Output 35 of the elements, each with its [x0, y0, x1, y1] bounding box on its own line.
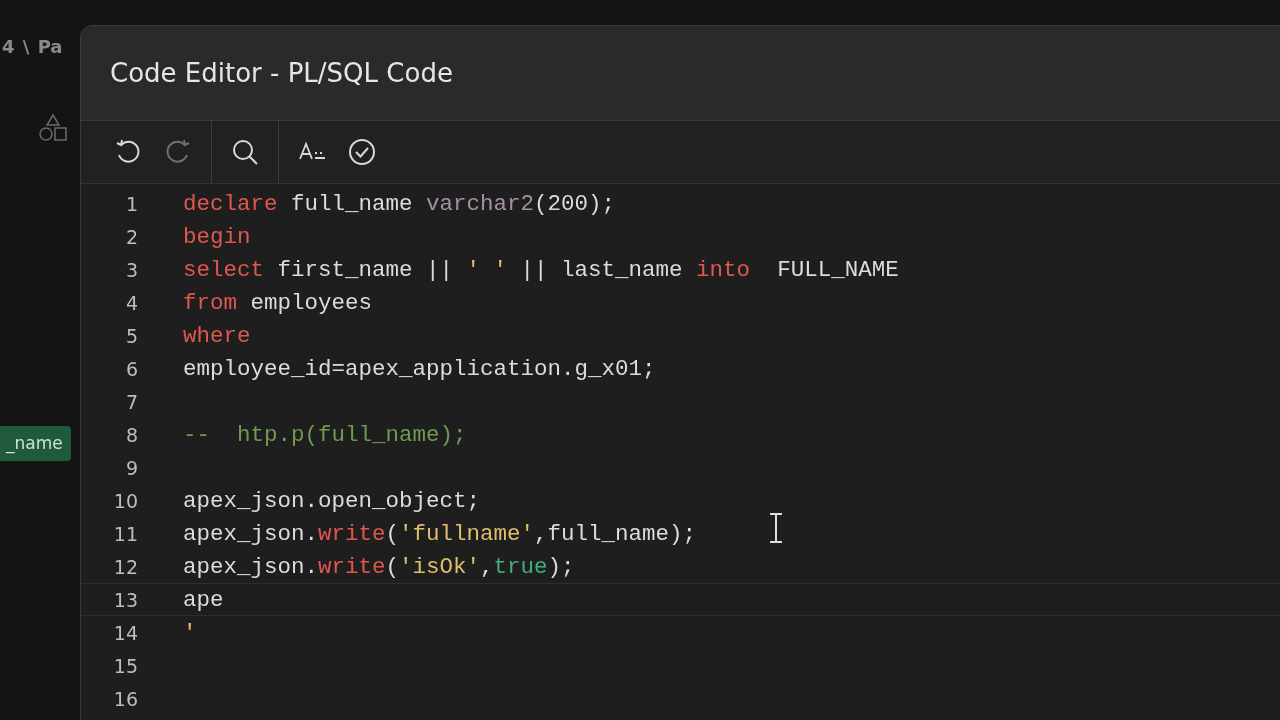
line-number: 7	[124, 390, 138, 413]
line-number: 11	[112, 522, 138, 545]
line-number: 15	[112, 654, 138, 677]
line-number: 13	[112, 588, 138, 611]
line-number: 8	[124, 423, 138, 446]
line-number: 1	[124, 192, 138, 215]
line-number: 9	[124, 456, 138, 479]
code-line: apex_json.write('isOk',true);	[183, 553, 575, 580]
code-line: ape	[183, 586, 224, 613]
line-number: 12	[112, 555, 138, 578]
validate-icon	[347, 137, 377, 167]
code-line: select first_name || ' ' || last_name into FULL_NAME	[183, 256, 899, 283]
code-line: apex_json.write('fullname',full_name);	[183, 520, 697, 547]
line-number: 6	[124, 357, 138, 380]
dialog-title: Code Editor - PL/SQL Code	[81, 26, 1280, 121]
code-line: from employees	[183, 289, 373, 316]
line-number: 4	[124, 291, 138, 314]
search-icon	[230, 137, 260, 167]
code-line: '	[183, 619, 197, 646]
line-number: 2	[124, 225, 138, 248]
line-number: 3	[124, 258, 138, 281]
breadcrumb[interactable]: 4 \ Pa	[2, 36, 63, 57]
line-number: 5	[124, 324, 138, 347]
line-number: 16	[112, 687, 138, 710]
code-line: apex_json.open_object;	[183, 487, 481, 514]
code-line: begin	[183, 223, 251, 250]
code-line: where	[183, 322, 251, 349]
item-chip[interactable]: _name	[0, 426, 71, 461]
code-line: employee_id=apex_application.g_x01;	[183, 355, 656, 382]
shapes-icon[interactable]	[38, 113, 68, 143]
code-line: declare full_name varchar2(200);	[183, 190, 616, 217]
code-line: -- htp.p(full_name);	[183, 421, 467, 448]
line-number: 10	[112, 489, 138, 512]
line-number: 14	[112, 621, 138, 644]
text-cursor-icon	[767, 512, 785, 544]
